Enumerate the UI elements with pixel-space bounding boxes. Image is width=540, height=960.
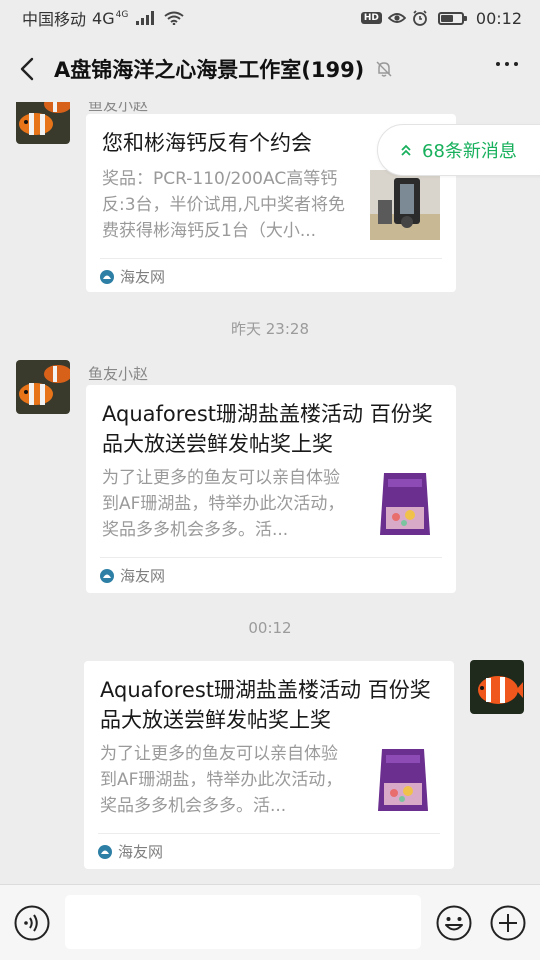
timestamp: 昨天 23:28 [231, 320, 309, 338]
emoji-icon[interactable] [436, 905, 472, 941]
source-logo-icon [100, 269, 114, 284]
card-description: 为了让更多的鱼友可以亲自体验到AF珊湖盐，特举办此次活动，奖品多多机会多多。活.… [102, 468, 345, 540]
calcium-reactor-image [370, 170, 440, 240]
chat-area[interactable]: 鱼友小赵 您和彬海钙反有个约会 奖品：PCR-110/200AC高等钙反:3台，… [0, 102, 540, 884]
more-dots-icon [496, 62, 500, 66]
source-name: 海友网 [120, 567, 166, 585]
carrier-label: 中国移动 [22, 10, 87, 29]
chevron-left-icon [20, 57, 34, 81]
link-card-self[interactable]: Aquaforest珊湖盐盖楼活动 百份奖品大放送尝鲜发帖奖上奖 为了让更多的鱼… [84, 661, 454, 869]
avatar-self[interactable] [470, 660, 524, 714]
clock: 00:12 [475, 8, 522, 28]
card-source: 海友网 [100, 266, 165, 287]
hd-badge: HD [360, 12, 382, 24]
clownfish-avatar-image [16, 102, 70, 144]
link-card[interactable]: Aquaforest珊湖盐盖楼活动 百份奖品大放送尝鲜发帖奖上奖 为了让更多的鱼… [86, 385, 456, 593]
wifi-icon [164, 11, 184, 25]
input-bar [0, 884, 540, 960]
reef-salt-bag-image [370, 469, 440, 539]
bell-off-icon [376, 61, 392, 77]
status-left: 中国移动 4G4G [22, 6, 184, 30]
source-logo-icon [98, 844, 112, 859]
double-chevron-up-icon [401, 144, 411, 156]
signal-icon [136, 11, 155, 25]
message-input[interactable] [65, 895, 421, 949]
new-messages-button[interactable]: 68条新消息 [377, 124, 540, 176]
avatar-sender[interactable] [16, 102, 70, 144]
source-name: 海友网 [118, 843, 164, 861]
sender-name: 鱼友小赵 [88, 365, 149, 383]
card-title: Aquaforest珊湖盐盖楼活动 百份奖品大放送尝鲜发帖奖上奖 [100, 678, 431, 732]
eye-icon [387, 13, 406, 23]
battery-icon [437, 11, 467, 25]
title-bar: A盘锦海洋之心海景工作室(199) [0, 36, 540, 102]
clownfish-avatar-image [470, 660, 524, 714]
card-description: 为了让更多的鱼友可以亲自体验到AF珊湖盐，特举办此次活动，奖品多多机会多多。活.… [100, 744, 343, 816]
network-sup: 4G [115, 10, 129, 21]
voice-icon[interactable] [14, 905, 50, 941]
avatar-sender[interactable] [16, 360, 70, 414]
status-bar: 中国移动 4G4G HD 00:12 [0, 0, 540, 36]
source-logo-icon [100, 568, 114, 583]
network-type: 4G [92, 8, 115, 28]
timestamp: 00:12 [248, 619, 292, 637]
card-divider [98, 833, 440, 834]
card-source: 海友网 [98, 841, 163, 862]
card-description: 奖品：PCR-110/200AC高等钙反:3台，半价试用,凡中奖者将免费获得彬海… [102, 169, 345, 241]
card-title: Aquaforest珊湖盐盖楼活动 百份奖品大放送尝鲜发帖奖上奖 [102, 402, 433, 456]
back-button[interactable] [0, 36, 54, 102]
plus-icon[interactable] [490, 905, 526, 941]
new-messages-label: 68条新消息 [422, 141, 517, 162]
reef-salt-bag-image [368, 745, 438, 815]
alarm-icon [412, 10, 427, 26]
source-name: 海友网 [120, 268, 166, 286]
clownfish-avatar-image [16, 360, 70, 414]
battery-fill [440, 14, 453, 22]
status-right: HD 00:12 [360, 8, 522, 28]
network-label: 4G4G [92, 9, 128, 28]
more-button[interactable] [496, 62, 518, 66]
card-divider [100, 258, 442, 259]
card-source: 海友网 [100, 565, 165, 586]
chat-title: A盘锦海洋之心海景工作室(199) [54, 58, 365, 82]
card-divider [100, 557, 442, 558]
